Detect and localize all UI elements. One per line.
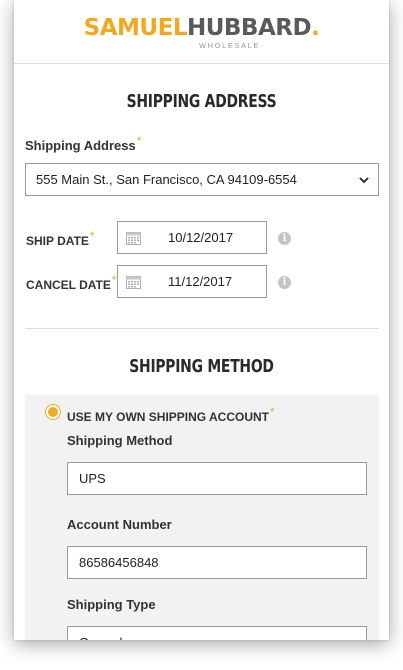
ship-date-label: SHIP DATE* xyxy=(26,229,95,248)
info-icon[interactable]: i xyxy=(278,232,291,245)
shipping-address-label: Shipping Address* xyxy=(25,134,141,153)
account-number-label: Account Number xyxy=(67,517,172,532)
shipping-type-label: Shipping Type xyxy=(67,597,156,612)
required-marker: * xyxy=(136,134,142,148)
cancel-date-label: CANCEL DATE* xyxy=(26,273,117,292)
shipping-address-select[interactable]: 555 Main St., San Francisco, CA 94109-65… xyxy=(25,163,379,196)
shipping-address-value: 555 Main St., San Francisco, CA 94109-65… xyxy=(36,172,297,187)
ship-date-input[interactable]: 10/12/2017 xyxy=(117,221,267,254)
info-icon[interactable]: i xyxy=(278,276,291,289)
own-account-radio[interactable] xyxy=(45,404,61,420)
logo-subtitle: WHOLESALE xyxy=(198,41,261,50)
ship-date-value: 10/12/2017 xyxy=(168,230,234,245)
shipping-type-field[interactable]: Ground xyxy=(67,626,367,640)
ship-date-label-text: SHIP DATE xyxy=(26,234,89,248)
app-frame: SAMUELHUBBARD. WHOLESALE SHIPPING ADDRES… xyxy=(14,0,389,640)
own-account-panel: USE MY OWN SHIPPING ACCOUNT* Shipping Me… xyxy=(25,395,379,640)
chevron-down-icon xyxy=(359,177,369,184)
cancel-date-input[interactable]: 11/12/2017 xyxy=(117,265,267,298)
logo-dot: . xyxy=(311,15,320,41)
cancel-date-value: 11/12/2017 xyxy=(168,274,233,289)
header: SAMUELHUBBARD. WHOLESALE xyxy=(14,0,389,64)
required-marker: * xyxy=(270,405,275,419)
account-number-field[interactable]: 86586456848 xyxy=(67,546,367,579)
shipping-address-title: SHIPPING ADDRESS xyxy=(126,91,277,112)
cancel-date-label-text: CANCEL DATE xyxy=(26,278,111,292)
calendar-icon[interactable] xyxy=(126,275,141,289)
shipping-method-label: Shipping Method xyxy=(67,433,173,448)
logo-text-samuel: SAMUEL xyxy=(83,15,188,41)
own-account-label[interactable]: USE MY OWN SHIPPING ACCOUNT* xyxy=(67,405,275,424)
shipping-method-title: SHIPPING METHOD xyxy=(129,356,274,377)
brand-logo[interactable]: SAMUELHUBBARD. xyxy=(14,14,389,42)
calendar-icon[interactable] xyxy=(126,231,141,245)
logo-text-hubbard: HUBBARD xyxy=(186,15,312,41)
required-marker: * xyxy=(111,273,117,287)
required-marker: * xyxy=(89,229,95,243)
own-account-label-text: USE MY OWN SHIPPING ACCOUNT xyxy=(67,410,270,424)
section-divider xyxy=(25,328,379,329)
shipping-address-label-text: Shipping Address xyxy=(25,138,136,153)
shipping-method-field[interactable]: UPS xyxy=(67,462,367,495)
